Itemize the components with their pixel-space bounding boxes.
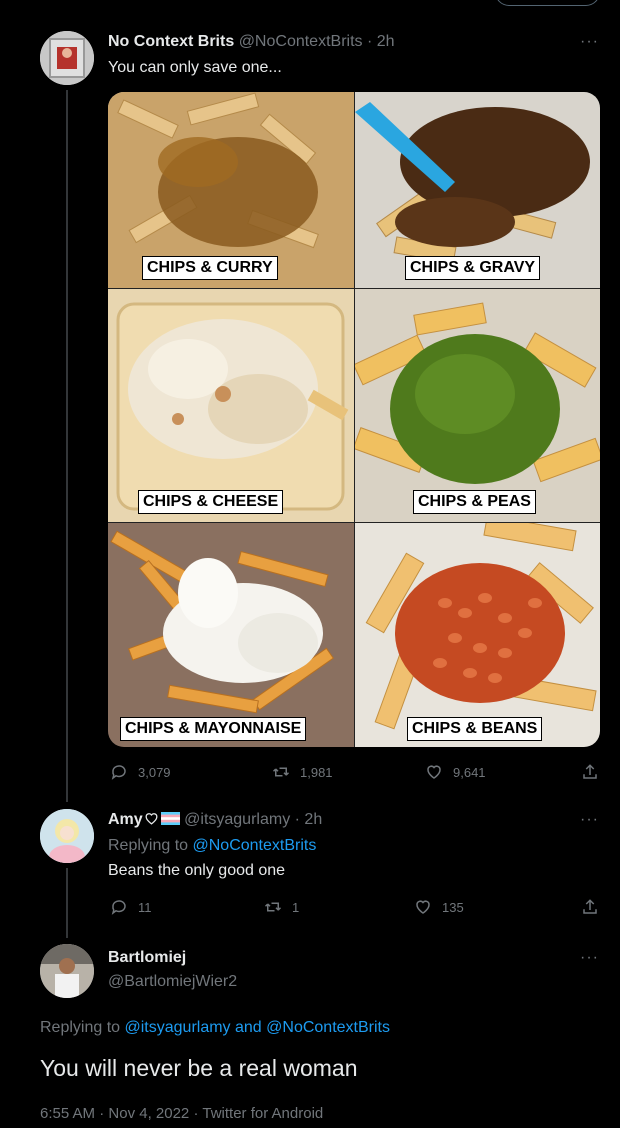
tweet1-more-icon[interactable]: ··· (580, 33, 599, 51)
tweet1-retweet-count: 1,981 (300, 764, 333, 780)
tweet1-like-count: 9,641 (453, 764, 486, 780)
tweet3-name-text: Bartlomiej (108, 949, 187, 966)
tweet3-replying-link-2[interactable]: @NoContextBrits (266, 1019, 390, 1036)
tweet1-retweet-button[interactable]: 1,981 (272, 763, 333, 781)
media-chips-mayonnaise[interactable]: CHIPS & MAYONNAISE (108, 523, 354, 747)
tweet1-media-grid[interactable]: CHIPS & CURRY CHIPS & GRAVY CHIPS & CHEE… (108, 92, 600, 747)
tweet3-author-name[interactable]: Bartlomiej (108, 949, 186, 967)
reply-icon (111, 900, 126, 915)
chips-beans-image (355, 523, 600, 747)
tweet2-text: Beans the only good one (108, 862, 286, 879)
tweet3-source[interactable]: Twitter for Android (202, 1105, 323, 1122)
tweet2-replying-prefix: Replying to (108, 837, 189, 854)
tweet1-handle[interactable]: @NoContextBrits (239, 33, 363, 50)
tweet3-replying: Replying to @itsyagurlamy and @NoContext… (40, 1019, 390, 1037)
media-chips-curry[interactable]: CHIPS & CURRY (108, 92, 354, 288)
tweet2-author-name[interactable]: Amy (108, 811, 143, 828)
tweet2-retweet-count: 1 (292, 899, 300, 915)
chips-cheese-image (108, 289, 354, 522)
tweet1-time[interactable]: · 2h (367, 33, 395, 50)
tweet3-handle[interactable]: @BartlomiejWier2 (108, 973, 237, 991)
tweet3-time[interactable]: 6:55 AM (40, 1105, 95, 1122)
tweet1-header: No Context Brits @NoContextBrits · 2h (108, 33, 395, 51)
tweet1-reply-count: 3,079 (138, 764, 171, 780)
tweet1-share-button[interactable] (581, 763, 599, 781)
avatar-nocontextbrits[interactable] (40, 31, 94, 85)
tweet1-text: You can only save one... (108, 59, 282, 76)
media-chips-peas[interactable]: CHIPS & PEAS (355, 289, 600, 522)
tweet2-retweet-button[interactable]: 1 (264, 898, 299, 916)
tweet1-reply-button[interactable]: 3,079 (110, 763, 171, 781)
meta-separator: · (99, 1105, 105, 1122)
tweet2-time[interactable]: · 2h (295, 811, 323, 828)
tweet2-header: Amy @itsyagurlamy · 2h (108, 811, 322, 829)
tweet2-more-icon[interactable]: ··· (580, 811, 599, 829)
tweet2-handle[interactable]: @itsyagurlamy (184, 811, 290, 828)
label-chips-beans: CHIPS & BEANS (407, 717, 543, 741)
tweet2-replying-link[interactable]: @NoContextBrits (193, 837, 317, 854)
label-chips-gravy: CHIPS & GRAVY (405, 256, 541, 280)
tweet3-meta: 6:55 AM · Nov 4, 2022 · Twitter for Andr… (40, 1105, 323, 1122)
top-button-edge[interactable] (495, 0, 600, 6)
tweet2-share-button[interactable] (581, 898, 599, 916)
label-chips-peas: CHIPS & PEAS (413, 490, 536, 514)
tweet3-date[interactable]: Nov 4, 2022 (108, 1105, 189, 1122)
thread-connector-line (66, 90, 68, 802)
retweet-icon (272, 767, 290, 777)
tweet3-replying-and: and (235, 1019, 262, 1036)
avatar-bartlomiej[interactable] (40, 944, 94, 998)
like-icon (427, 765, 441, 779)
label-chips-curry: CHIPS & CURRY (142, 256, 278, 280)
like-icon (416, 900, 430, 914)
share-icon (583, 764, 597, 779)
tweet3-text: You will never be a real woman (40, 1055, 358, 1081)
thread-view: No Context Brits @NoContextBrits · 2h ··… (0, 0, 620, 1128)
tweet2-like-count: 135 (442, 899, 464, 915)
retweet-icon (264, 902, 282, 912)
tweet1-like-button[interactable]: 9,641 (425, 763, 486, 781)
tweet2-reply-button[interactable]: 11 (110, 898, 152, 916)
tweet2-reply-count: 11 (138, 899, 152, 915)
tweet2-like-button[interactable]: 135 (414, 898, 464, 916)
media-chips-beans[interactable]: CHIPS & BEANS (355, 523, 600, 747)
tweet2-replying: Replying to @NoContextBrits (108, 837, 316, 855)
media-chips-cheese[interactable]: CHIPS & CHEESE (108, 289, 354, 522)
avatar-amy[interactable] (40, 809, 94, 863)
tweet3-replying-prefix: Replying to (40, 1019, 121, 1036)
meta-separator: · (193, 1105, 199, 1122)
trans-flag-icon (160, 812, 180, 825)
label-chips-mayonnaise: CHIPS & MAYONNAISE (120, 717, 307, 741)
tweet3-replying-link-1[interactable]: @itsyagurlamy (125, 1019, 231, 1036)
tweet3-handle-text: @BartlomiejWier2 (108, 973, 238, 990)
reply-icon (111, 765, 126, 780)
heart-icon (145, 813, 158, 825)
label-chips-cheese: CHIPS & CHEESE (138, 490, 284, 514)
share-icon (583, 899, 597, 914)
chips-mayonnaise-image (108, 523, 354, 747)
chips-peas-image (355, 289, 600, 522)
thread-connector-line-2 (66, 868, 68, 938)
tweet1-author-name[interactable]: No Context Brits (108, 33, 234, 50)
tweet3-more-icon[interactable]: ··· (580, 949, 599, 967)
media-chips-gravy[interactable]: CHIPS & GRAVY (355, 92, 600, 288)
